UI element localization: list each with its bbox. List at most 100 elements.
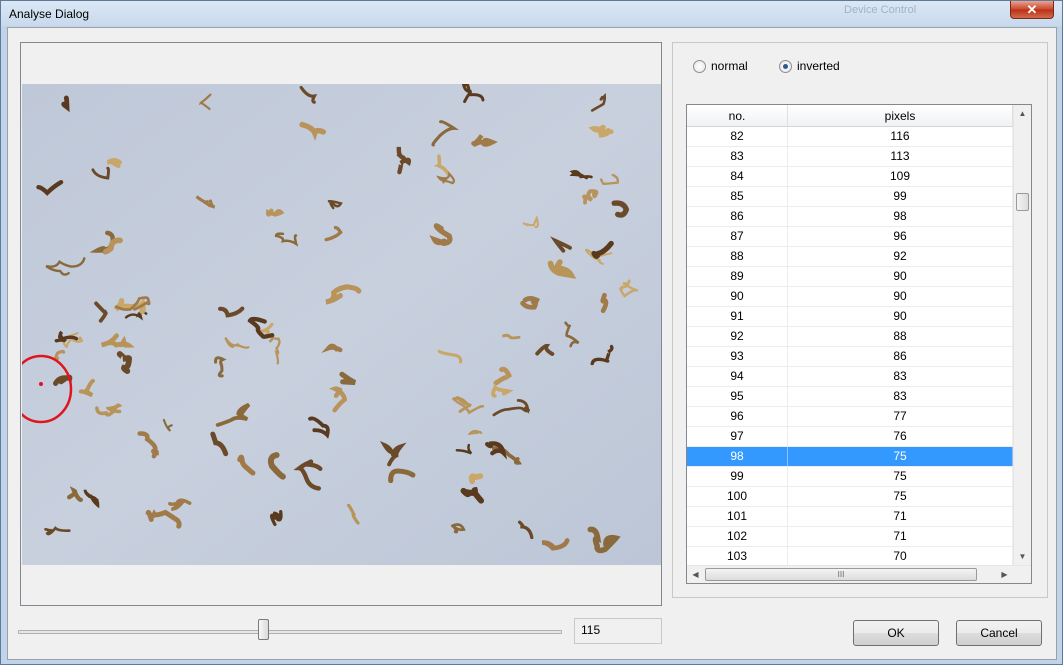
cell-no: 91	[687, 307, 788, 326]
cell-pixels: 88	[788, 327, 1013, 346]
cell-no: 90	[687, 287, 788, 306]
threshold-value: 115	[574, 618, 662, 644]
cell-pixels: 86	[788, 347, 1013, 366]
particle-shape	[450, 523, 466, 534]
table-row[interactable]: 99 75	[687, 467, 1013, 487]
scroll-right-arrow-icon[interactable]: ▶	[996, 566, 1013, 583]
radio-normal-label: normal	[711, 59, 748, 73]
radio-normal[interactable]: normal	[693, 59, 748, 73]
cell-pixels: 71	[788, 507, 1013, 526]
particle-table: no. pixels 82 116 83 113 84 109 85 99 86 98 87 96 88…	[686, 104, 1032, 584]
table-body: 82 116 83 113 84 109 85 99 86 98 87 96 88 92 89 90 90 90 9…	[687, 127, 1013, 565]
cell-no: 87	[687, 227, 788, 246]
cell-pixels: 75	[788, 467, 1013, 486]
background-window-title: Device Control	[844, 4, 917, 16]
table-row[interactable]: 87 96	[687, 227, 1013, 247]
cell-no: 103	[687, 547, 788, 565]
cell-no: 85	[687, 187, 788, 206]
cell-pixels: 90	[788, 307, 1013, 326]
analysed-image	[22, 84, 661, 565]
table-row[interactable]: 98 75	[687, 447, 1013, 467]
table-row[interactable]: 102 71	[687, 527, 1013, 547]
cell-pixels: 75	[788, 487, 1013, 506]
table-row[interactable]: 94 83	[687, 367, 1013, 387]
image-preview-frame	[20, 42, 662, 606]
cell-pixels: 90	[788, 267, 1013, 286]
table-row[interactable]: 89 90	[687, 267, 1013, 287]
cell-pixels: 99	[788, 187, 1013, 206]
cell-no: 83	[687, 147, 788, 166]
cell-pixels: 90	[788, 287, 1013, 306]
table-row[interactable]: 92 88	[687, 327, 1013, 347]
horizontal-scrollbar[interactable]: ◀ III ▶	[687, 565, 1031, 583]
horizontal-scroll-thumb[interactable]: III	[705, 568, 977, 581]
close-button[interactable]: ✕	[1010, 1, 1054, 19]
slider-thumb[interactable]	[258, 619, 269, 640]
scroll-left-arrow-icon[interactable]: ◀	[687, 566, 704, 583]
table-row[interactable]: 96 77	[687, 407, 1013, 427]
table-row[interactable]: 95 83	[687, 387, 1013, 407]
table-row[interactable]: 100 75	[687, 487, 1013, 507]
ok-button[interactable]: OK	[853, 620, 939, 646]
cell-no: 86	[687, 207, 788, 226]
cell-no: 100	[687, 487, 788, 506]
cell-pixels: 109	[788, 167, 1013, 186]
cell-no: 102	[687, 527, 788, 546]
column-header-no[interactable]: no.	[687, 105, 788, 127]
table-row[interactable]: 97 76	[687, 427, 1013, 447]
table-row[interactable]: 82 116	[687, 127, 1013, 147]
column-header-pixels[interactable]: pixels	[788, 105, 1013, 127]
particle-shape	[321, 343, 343, 353]
cell-no: 97	[687, 427, 788, 446]
cell-pixels: 116	[788, 127, 1013, 146]
cell-pixels: 83	[788, 367, 1013, 386]
cell-pixels: 113	[788, 147, 1013, 166]
radio-inverted[interactable]: inverted	[779, 59, 840, 73]
dialog-client-area: normal inverted no. pixels 82 116 83 113 84 1…	[7, 27, 1057, 660]
radio-inverted-label: inverted	[797, 59, 840, 73]
table-row[interactable]: 103 70	[687, 547, 1013, 565]
cell-no: 98	[687, 447, 788, 466]
table-row[interactable]: 84 109	[687, 167, 1013, 187]
cell-pixels: 83	[788, 387, 1013, 406]
cell-pixels: 77	[788, 407, 1013, 426]
radio-normal-button[interactable]	[693, 59, 706, 73]
cell-pixels: 71	[788, 527, 1013, 546]
slider-track[interactable]	[18, 630, 562, 634]
cell-pixels: 92	[788, 247, 1013, 266]
cell-no: 92	[687, 327, 788, 346]
cell-no: 94	[687, 367, 788, 386]
cell-pixels: 96	[788, 227, 1013, 246]
vertical-scroll-thumb[interactable]	[1016, 193, 1029, 211]
table-row[interactable]: 85 99	[687, 187, 1013, 207]
cell-no: 88	[687, 247, 788, 266]
scroll-down-arrow-icon[interactable]: ▼	[1014, 548, 1031, 565]
cell-no: 96	[687, 407, 788, 426]
table-row[interactable]: 93 86	[687, 347, 1013, 367]
table-row[interactable]: 90 90	[687, 287, 1013, 307]
vertical-scrollbar[interactable]: ▲ ▼	[1013, 105, 1031, 565]
table-row[interactable]: 101 71	[687, 507, 1013, 527]
sample-photo	[22, 84, 661, 565]
table-row[interactable]: 88 92	[687, 247, 1013, 267]
table-row[interactable]: 86 98	[687, 207, 1013, 227]
radio-inverted-button[interactable]	[779, 59, 792, 73]
title-bar[interactable]: Analyse Dialog Device Control ✕	[1, 1, 1062, 27]
cell-no: 99	[687, 467, 788, 486]
cell-pixels: 75	[788, 447, 1013, 466]
cell-no: 84	[687, 167, 788, 186]
cell-no: 93	[687, 347, 788, 366]
highlight-point	[39, 382, 43, 386]
scroll-up-arrow-icon[interactable]: ▲	[1014, 105, 1031, 122]
threshold-slider[interactable]	[18, 616, 562, 646]
cancel-button[interactable]: Cancel	[956, 620, 1042, 646]
cell-no: 89	[687, 267, 788, 286]
table-row[interactable]: 91 90	[687, 307, 1013, 327]
window-title: Analyse Dialog	[9, 7, 90, 21]
particle-shape	[600, 292, 609, 314]
cell-pixels: 98	[788, 207, 1013, 226]
cell-no: 101	[687, 507, 788, 526]
table-row[interactable]: 83 113	[687, 147, 1013, 167]
cell-no: 95	[687, 387, 788, 406]
cell-pixels: 70	[788, 547, 1013, 565]
